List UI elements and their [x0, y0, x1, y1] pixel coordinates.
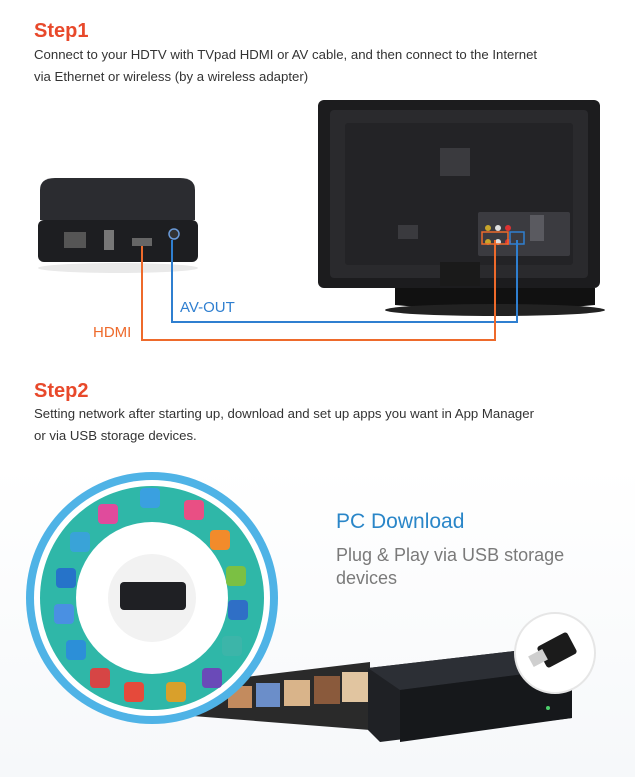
- app-wheel-illustration: [26, 472, 278, 724]
- app-icons-ring: [54, 488, 248, 702]
- tv-back-illustration: [318, 100, 605, 316]
- pc-download-title: PC Download: [336, 510, 465, 533]
- tvpad-box-illustration: [38, 178, 198, 273]
- step2-line2: or via USB storage devices.: [34, 428, 197, 443]
- step2-line1: Setting network after starting up, downl…: [34, 406, 534, 421]
- usb-drive-illustration: [514, 612, 596, 694]
- step1-illustration: [38, 100, 605, 341]
- step2-title: Step2: [34, 380, 89, 402]
- pc-download-subtitle: Plug & Play via USB storage devices: [336, 545, 565, 588]
- tvpad-box-large-illustration: [368, 648, 572, 742]
- step2-description: Setting network after starting up, downl…: [34, 403, 594, 447]
- hdmi-label: HDMI: [93, 324, 132, 341]
- film-strip-illustration: [180, 662, 370, 730]
- av-out-label: AV-OUT: [180, 299, 235, 316]
